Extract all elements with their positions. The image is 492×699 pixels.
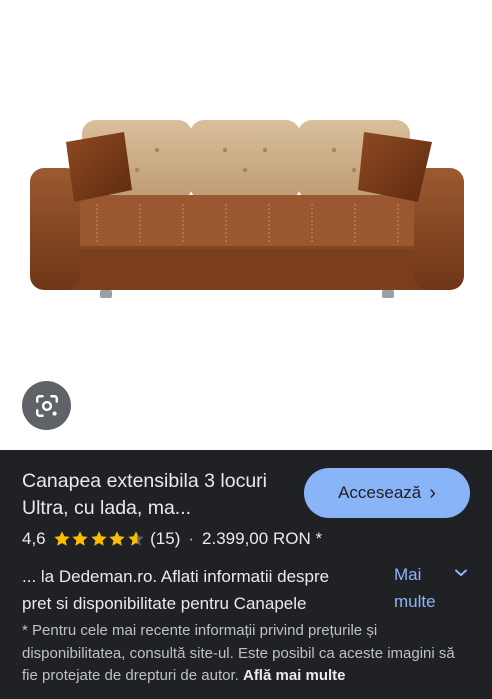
result-info-panel: Canapea extensibila 3 locuri Ultra, cu l…	[0, 450, 492, 699]
disclaimer-text: * Pentru cele mai recente informații pri…	[22, 622, 455, 684]
star-icon	[72, 531, 88, 546]
google-lens-icon[interactable]	[22, 381, 71, 430]
visit-button[interactable]: Accesează ›	[304, 468, 470, 518]
separator-dot: ·	[188, 529, 195, 548]
star-icon	[53, 531, 70, 546]
product-image-area	[0, 0, 492, 450]
chevron-right-icon: ›	[429, 482, 436, 504]
visit-button-label: Accesează	[338, 483, 422, 502]
review-count: (15)	[150, 529, 181, 548]
rating-stars	[53, 530, 146, 548]
learn-more-link[interactable]: Află mai multe	[243, 667, 346, 684]
rating-row: 4,6 (15) · 2.399,00 RON *	[22, 529, 322, 549]
price: 2.399,00 RON *	[202, 529, 323, 548]
description-line-1: ... la Dedeman.ro. Aflati informatii des…	[22, 567, 330, 586]
sofa-image	[30, 120, 464, 298]
product-title[interactable]: Canapea extensibila 3 locuri Ultra, cu l…	[22, 468, 292, 522]
rating-value: 4,6	[22, 529, 46, 548]
star-icon	[90, 531, 107, 546]
chevron-down-icon[interactable]	[454, 568, 468, 578]
more-link[interactable]: Mai multe	[394, 561, 450, 615]
disclaimer: * Pentru cele mai recente informații pri…	[22, 620, 462, 688]
description-line-2: pret si disponibilitate pentru Canapele	[22, 594, 307, 613]
star-icon	[109, 531, 125, 546]
star-icon	[127, 531, 144, 546]
lens-glyph	[35, 394, 58, 417]
description: ... la Dedeman.ro. Aflati informatii des…	[22, 563, 387, 617]
